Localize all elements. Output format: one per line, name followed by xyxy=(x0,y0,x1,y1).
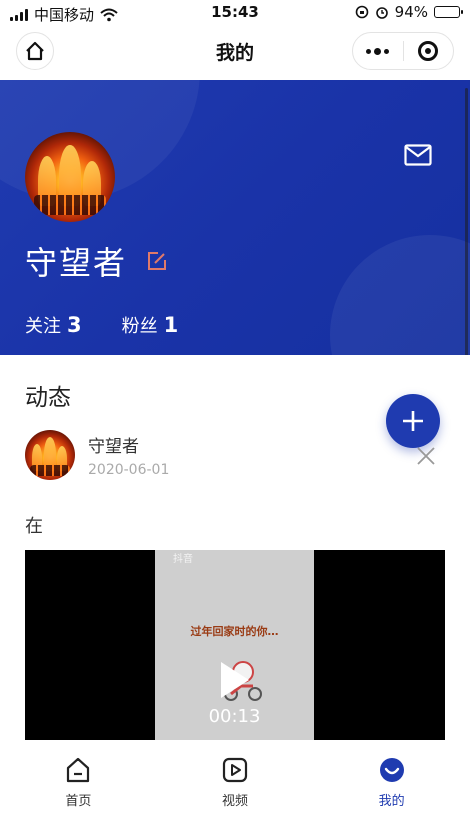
video-caption: 过年回家时的你… xyxy=(190,625,279,638)
following-label: 关注 xyxy=(25,316,61,337)
video-watermark: 抖音 xyxy=(173,554,193,565)
fire-avatar-image xyxy=(25,430,75,480)
battery-icon xyxy=(434,6,463,18)
tab-mine-label: 我的 xyxy=(378,794,405,809)
play-icon[interactable] xyxy=(221,662,249,698)
nav-bar: 我的 xyxy=(0,26,470,80)
close-miniprogram-button[interactable] xyxy=(403,33,453,69)
decor-circle xyxy=(330,235,470,355)
edit-icon[interactable] xyxy=(147,251,167,271)
play-icon xyxy=(222,757,248,783)
rotation-lock-icon xyxy=(355,5,368,19)
following-stat[interactable]: 关注 3 xyxy=(25,312,82,338)
feed-section-title: 动态 xyxy=(25,385,71,411)
status-bar: 中国移动 15:43 94% xyxy=(0,0,470,26)
more-button[interactable] xyxy=(353,33,403,69)
tab-bar: 首页 视频 我的 xyxy=(0,740,470,836)
tab-home[interactable]: 首页 xyxy=(0,740,157,836)
target-icon xyxy=(418,41,439,61)
alarm-icon xyxy=(375,7,388,19)
following-count: 3 xyxy=(67,313,82,337)
smile-icon xyxy=(379,758,404,782)
video-player[interactable]: 抖音 过年回家时的你… 00:13 xyxy=(25,550,445,740)
tab-video-label: 视频 xyxy=(222,794,249,809)
mail-icon[interactable] xyxy=(404,144,432,166)
post-date: 2020-06-01 xyxy=(88,462,170,478)
post-author-name: 守望者 xyxy=(88,437,139,457)
tab-video[interactable]: 视频 xyxy=(157,740,314,836)
post-author-avatar[interactable] xyxy=(25,430,75,480)
fans-label: 粉丝 xyxy=(121,316,158,337)
mini-program-capsule xyxy=(352,32,454,70)
profile-header: 守望者 关注 3 粉丝 1 xyxy=(0,80,470,355)
follow-stats: 关注 3 粉丝 1 xyxy=(25,312,178,338)
avatar[interactable] xyxy=(25,132,115,222)
more-icon xyxy=(366,47,390,55)
plus-icon xyxy=(403,411,423,431)
username: 守望者 xyxy=(25,244,128,282)
battery-percent: 94% xyxy=(394,3,428,21)
add-post-button[interactable] xyxy=(386,394,440,448)
status-right: 94% xyxy=(355,3,463,21)
video-duration: 00:13 xyxy=(208,706,261,727)
tab-home-label: 首页 xyxy=(65,794,92,809)
fire-avatar-image xyxy=(25,132,115,222)
scrollbar[interactable] xyxy=(465,88,468,355)
fans-stat[interactable]: 粉丝 1 xyxy=(122,312,179,338)
fans-count: 1 xyxy=(163,313,179,337)
tab-mine[interactable]: 我的 xyxy=(313,740,470,836)
close-icon[interactable] xyxy=(416,446,436,466)
home-icon xyxy=(67,757,90,783)
post-text: 在 xyxy=(25,516,43,537)
